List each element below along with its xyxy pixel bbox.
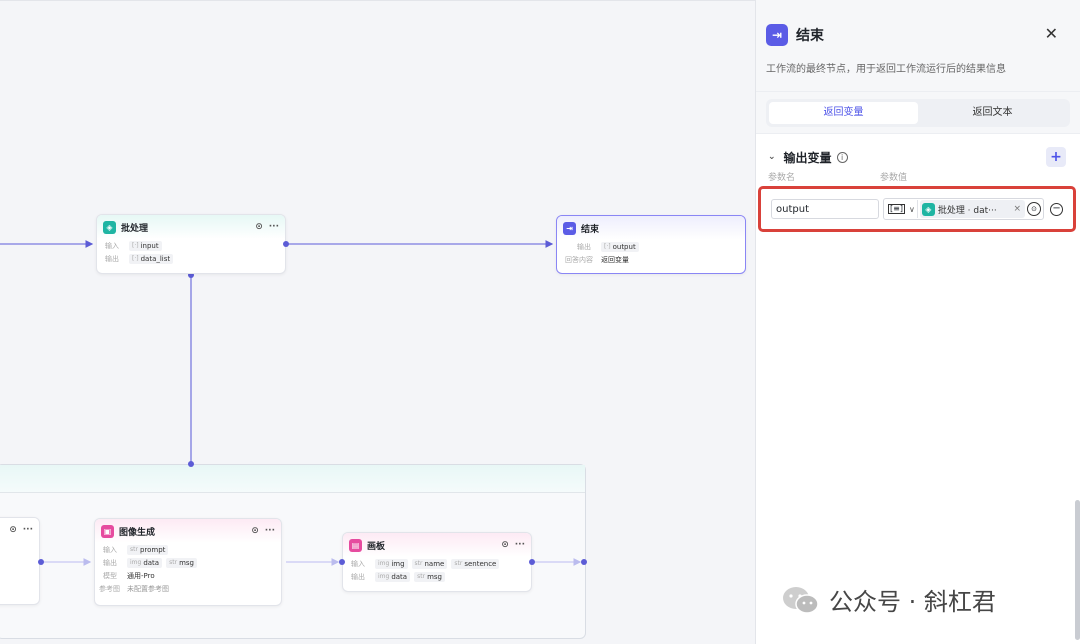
more-icon[interactable]: ··· xyxy=(269,222,279,232)
batch-node-title: 批处理 xyxy=(121,223,149,234)
reference-chip[interactable]: ◈ 批处理 · dat··· × xyxy=(919,200,1026,218)
batch-output-row: 输出 [·] data_list xyxy=(97,252,285,265)
wechat-icon xyxy=(783,586,819,614)
param-chip: img data xyxy=(127,557,163,568)
section-title: 输出变量 xyxy=(783,150,832,165)
end-answer-row: 回答内容 返回变量 xyxy=(565,255,629,264)
canvas-input-row: 输入 img img str name str sentence xyxy=(343,557,531,570)
output-variable-row: [≡] ∨ ◈ 批处理 · dat··· × ⊙ − xyxy=(758,186,1076,232)
tab-return-text[interactable]: 返回文本 xyxy=(918,102,1067,124)
canvas-output-row: 输出 img data str msg xyxy=(343,570,531,583)
group-input-port[interactable] xyxy=(188,461,194,467)
image-gen-node[interactable]: ▣ 图像生成 ⊙ ··· 输入 str prompt 输出 img data str… xyxy=(94,518,282,606)
add-variable-button[interactable]: + xyxy=(1046,147,1066,167)
reference-picker-icon[interactable]: ⊙ xyxy=(1027,202,1042,216)
image-gen-output-row: 输出 img data str msg xyxy=(95,556,281,569)
image-gen-title: 图像生成 xyxy=(119,527,156,538)
panel-tabs: 返回变量 返回文本 xyxy=(756,92,1080,134)
end-node-settings-panel: ⇥ 结束 ✕ 工作流的最终节点，用于返回工作流运行后的结果信息 返回变量 返回文… xyxy=(755,0,1080,644)
canvas-node-title: 画板 xyxy=(367,541,386,552)
close-icon[interactable]: ✕ xyxy=(1045,24,1058,43)
canvas-in-port[interactable] xyxy=(339,559,345,565)
image-gen-ref-row: 参考图 未配置参考图 xyxy=(99,584,169,593)
batch-node[interactable]: ◈ 批处理 ⊙ ··· 输入 [·] input 输出 [·] data_list xyxy=(96,214,286,274)
watermark-text: 公众号 · 斜杠君 xyxy=(829,588,996,616)
param-chip: img data xyxy=(375,571,411,582)
canvas-out-port[interactable] xyxy=(529,559,535,565)
param-chip: img img xyxy=(375,558,408,569)
panel-description: 工作流的最终节点，用于返回工作流运行后的结果信息 xyxy=(766,64,1006,75)
end-icon: ⇥ xyxy=(766,24,788,46)
param-chip: str sentence xyxy=(451,558,500,569)
watermark: 公众号 · 斜杠君 xyxy=(781,582,996,617)
tab-return-variable[interactable]: 返回变量 xyxy=(769,101,918,124)
image-gen-model-row: 模型 通用-Pro xyxy=(103,571,155,580)
array-type-icon: [≡] xyxy=(888,204,905,214)
param-chip: str prompt xyxy=(127,544,169,555)
param-chip: [·] data_list xyxy=(129,253,174,264)
canvas-board-node[interactable]: ▤ 画板 ⊙ ··· 输入 img img str name str sentence… xyxy=(342,532,532,592)
workflow-canvas[interactable]: ⊙ ··· ◈ 批处理 ⊙ ··· 输入 [·] input 输出 [·] data… xyxy=(0,0,755,644)
chevron-down-icon[interactable]: ⌄ xyxy=(768,152,776,162)
run-icon[interactable]: ⊙ xyxy=(255,222,263,232)
output-variables-section: ⌄ 输出变量 i + 参数名 参数值 [≡] ∨ ◈ 批处理 · dat··· … xyxy=(756,134,1080,232)
info-icon[interactable]: i xyxy=(836,151,848,163)
end-node[interactable]: ⇥ 结束 输出 [·] output 回答内容 返回变量 xyxy=(556,215,746,274)
value-type-select[interactable]: [≡] ∨ xyxy=(886,200,918,218)
panel-header: ⇥ 结束 ✕ 工作流的最终节点，用于返回工作流运行后的结果信息 xyxy=(756,0,1080,92)
partial-node-out-port[interactable] xyxy=(38,559,44,565)
group-out-port[interactable] xyxy=(581,559,587,565)
batch-out-port[interactable] xyxy=(283,241,289,247)
col-param-value: 参数值 xyxy=(880,173,908,183)
run-icon[interactable]: ⊙ xyxy=(251,526,259,536)
batch-icon: ◈ xyxy=(921,202,935,216)
image-icon: ▣ xyxy=(101,524,114,538)
param-chip: [·] output xyxy=(601,241,639,252)
image-gen-input-row: 输入 str prompt xyxy=(95,543,281,556)
more-icon[interactable]: ··· xyxy=(23,525,33,535)
board-icon: ▤ xyxy=(349,538,362,552)
run-icon[interactable]: ⊙ xyxy=(9,525,17,535)
run-icon[interactable]: ⊙ xyxy=(501,540,509,550)
param-chip: [·] input xyxy=(129,240,162,251)
remove-reference-icon[interactable]: × xyxy=(1012,204,1024,214)
batch-icon: ◈ xyxy=(103,220,116,234)
end-icon: ⇥ xyxy=(563,221,576,235)
remove-variable-button[interactable]: − xyxy=(1050,202,1063,216)
chevron-down-icon: ∨ xyxy=(908,204,915,214)
param-name-input[interactable] xyxy=(771,199,879,219)
param-value-field[interactable]: [≡] ∨ ◈ 批处理 · dat··· × ⊙ xyxy=(883,198,1045,220)
end-output-row: 输出 [·] output xyxy=(557,240,745,253)
batch-input-row: 输入 [·] input xyxy=(97,239,285,252)
more-icon[interactable]: ··· xyxy=(265,526,275,536)
param-chip: str msg xyxy=(414,571,445,582)
col-param-name: 参数名 xyxy=(768,173,796,183)
end-node-title: 结束 xyxy=(581,224,600,235)
more-icon[interactable]: ··· xyxy=(515,540,525,550)
panel-scrollbar[interactable] xyxy=(1075,500,1080,640)
partial-node[interactable]: ⊙ ··· xyxy=(0,517,40,605)
param-chip: str msg xyxy=(166,557,197,568)
panel-title: 结束 xyxy=(796,28,824,44)
batch-group-header xyxy=(0,465,585,493)
param-chip: str name xyxy=(411,558,448,569)
